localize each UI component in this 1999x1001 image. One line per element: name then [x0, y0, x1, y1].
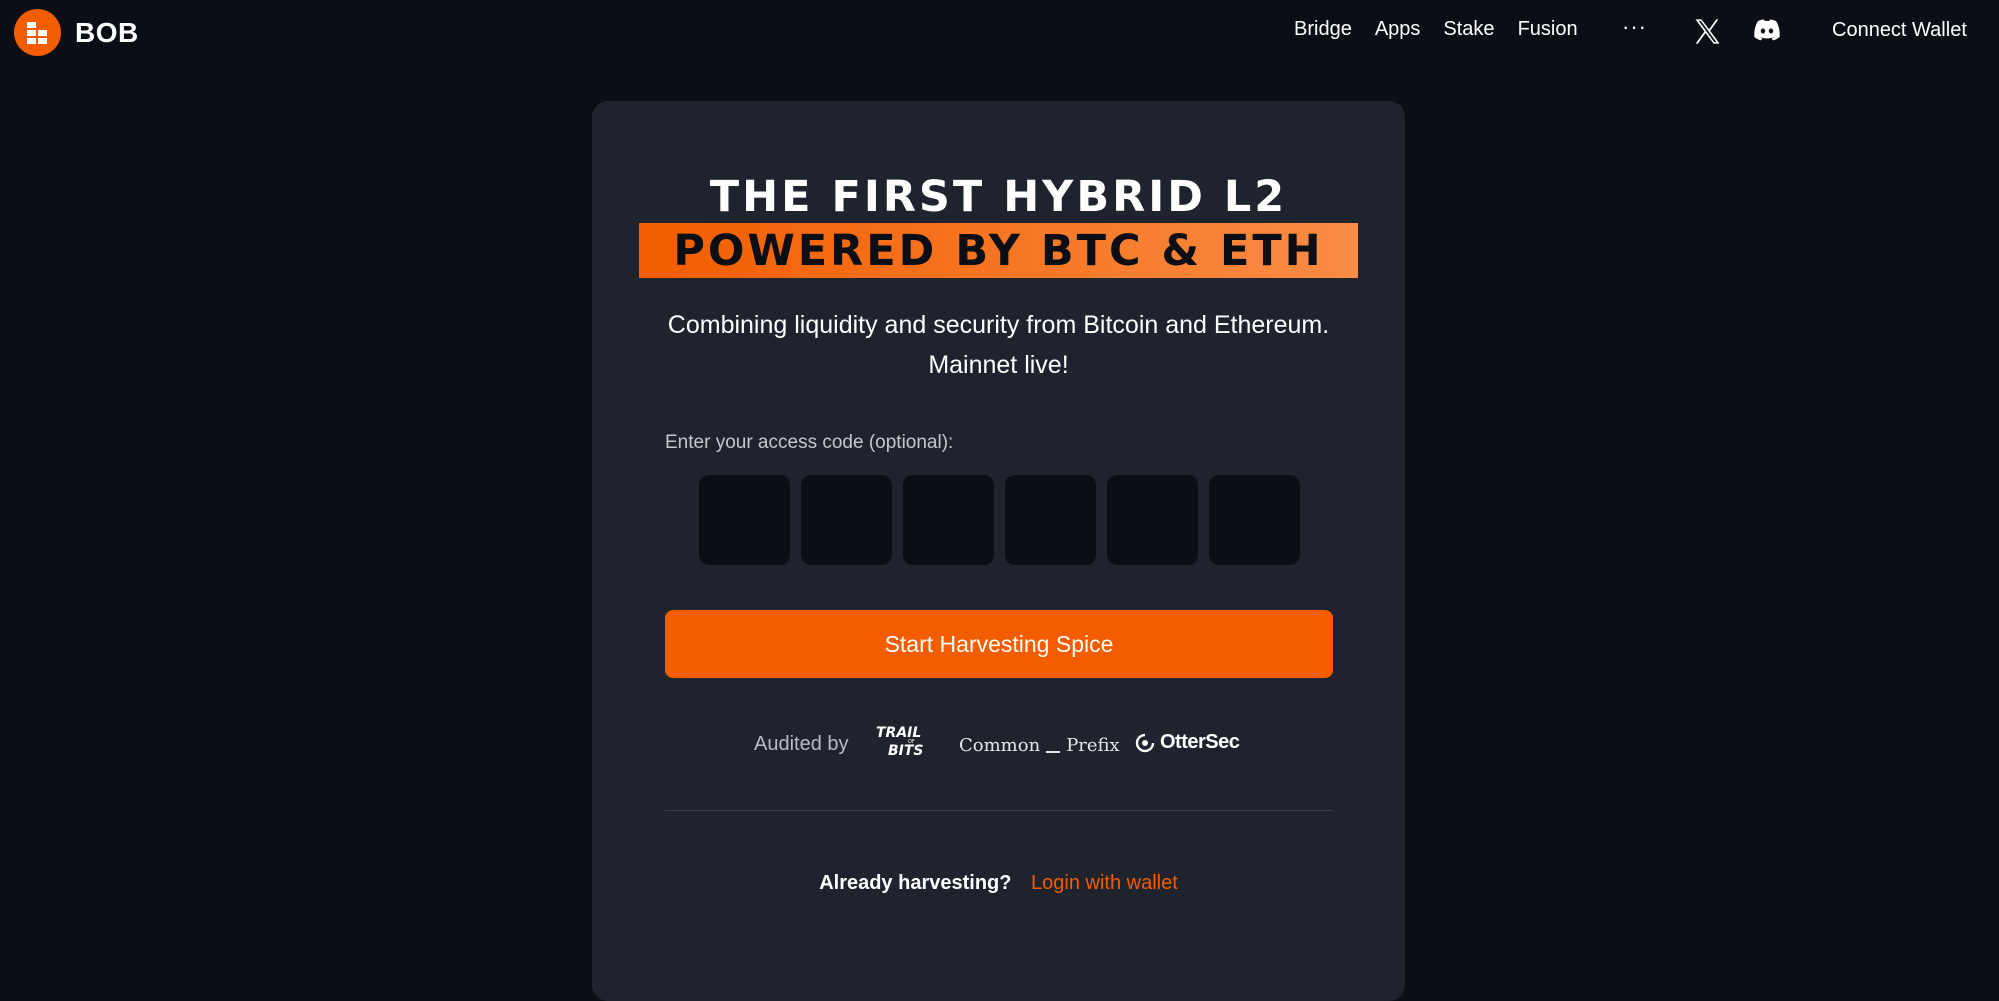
more-icon[interactable]: ··· [1622, 14, 1647, 40]
nav-item-stake[interactable]: Stake [1443, 18, 1494, 41]
ottersec-icon [1135, 733, 1155, 752]
access-code-label: Enter your access code (optional): [665, 432, 954, 453]
svg-text:BITS: BITS [888, 743, 924, 759]
trail-of-bits-logo: TRAIL OF BITS [876, 725, 924, 759]
main-nav: Bridge Apps Stake Fusion [1294, 18, 1578, 41]
headline-line-1: THE FIRST HYBRID L2 [709, 172, 1288, 222]
nav-item-bridge[interactable]: Bridge [1294, 18, 1352, 41]
ottersec-logo: OtterSec [1135, 731, 1240, 754]
ottersec-name: OtterSec [1160, 731, 1240, 753]
start-harvesting-button[interactable]: Start Harvesting Spice [665, 610, 1333, 678]
divider [665, 810, 1333, 811]
subtitle-line-2: Mainnet live! [928, 351, 1069, 379]
hero-subtitle: Combining liquidity and security from Bi… [622, 305, 1375, 385]
login-with-wallet-link[interactable]: Login with wallet [1031, 872, 1178, 894]
audited-by-label: Audited by [754, 733, 849, 755]
bob-logo-icon [14, 9, 61, 56]
common-prefix-right: Prefix [1066, 735, 1120, 756]
audited-by-row: Audited by TRAIL OF BITS Common Prefix Ot… [592, 721, 1405, 765]
brand-name: BOB [75, 16, 139, 48]
headline-line-2: POWERED BY BTC & ETH [673, 225, 1324, 276]
subtitle-line-1: Combining liquidity and security from Bi… [667, 311, 1330, 339]
access-card: THE FIRST HYBRID L2 POWERED BY BTC & ETH… [592, 101, 1405, 1001]
connect-wallet-button[interactable]: Connect Wallet [1832, 19, 1967, 42]
nav-item-apps[interactable]: Apps [1375, 18, 1421, 41]
x-twitter-icon[interactable] [1693, 17, 1722, 46]
common-prefix-left: Common [959, 735, 1041, 756]
already-harvesting-text: Already harvesting? [819, 872, 1012, 894]
access-code-digit-3[interactable] [903, 475, 994, 565]
access-code-digit-1[interactable] [699, 475, 790, 565]
access-code-digit-2[interactable] [801, 475, 892, 565]
nav-item-fusion[interactable]: Fusion [1518, 18, 1578, 41]
access-code-digit-4[interactable] [1005, 475, 1096, 565]
access-code-digit-6[interactable] [1209, 475, 1300, 565]
discord-icon[interactable] [1753, 18, 1781, 44]
login-prompt: Already harvesting? Login with wallet [592, 872, 1405, 895]
common-prefix-logo: Common Prefix [959, 735, 1120, 756]
brand-home-link[interactable]: BOB [14, 9, 139, 56]
access-code-digit-5[interactable] [1107, 475, 1198, 565]
access-code-input-group [699, 475, 1300, 565]
top-navigation: BOB Bridge Apps Stake Fusion ··· Connect… [0, 0, 1999, 64]
headline-highlight: POWERED BY BTC & ETH [639, 223, 1358, 278]
